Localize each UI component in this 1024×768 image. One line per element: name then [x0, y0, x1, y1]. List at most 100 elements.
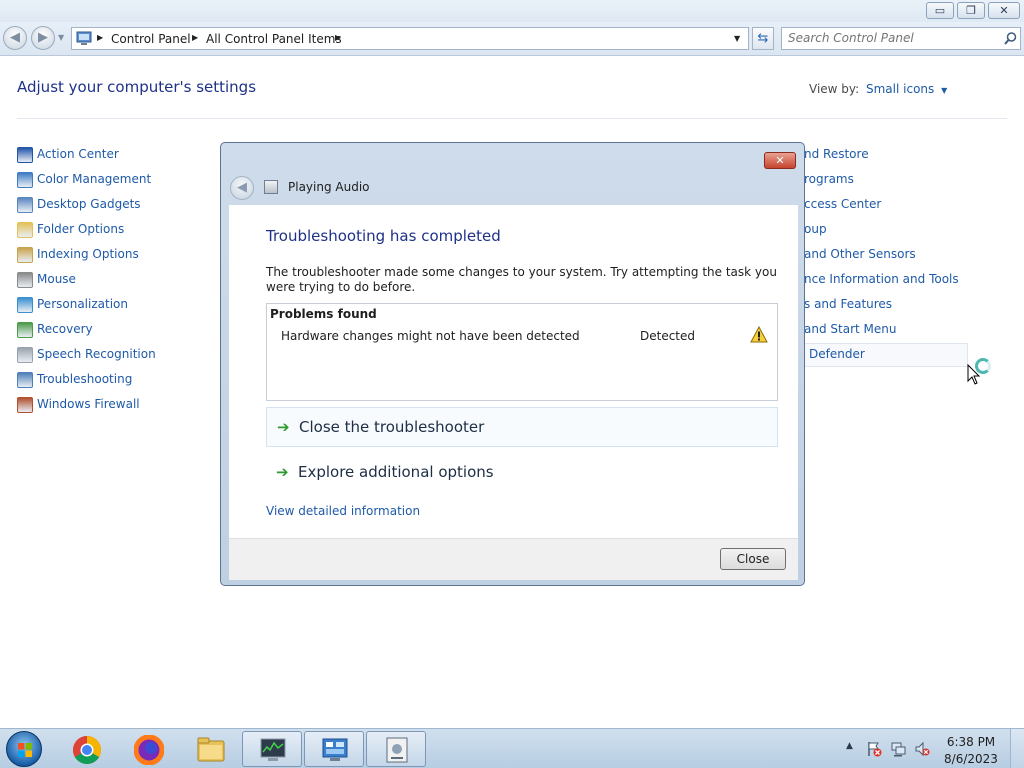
control-panel-icon — [322, 738, 348, 761]
breadcrumb-separator-icon[interactable]: ▶ — [97, 33, 103, 42]
refresh-button[interactable]: ⇆ — [752, 27, 774, 50]
clock-time[interactable]: 6:38 PM — [940, 735, 1002, 749]
navigation-bar: ◀ ▶ ▼ ▶ Control Panel ▶ All Control Pane… — [0, 22, 1024, 56]
volume-muted-icon[interactable] — [914, 741, 930, 757]
troubleshooter-icon — [386, 737, 408, 763]
control-panel-item-label: Recovery — [37, 322, 93, 336]
control-panel-small-icon — [76, 31, 92, 45]
close-window-button[interactable]: ✕ — [988, 2, 1020, 19]
control-panel-item-partial[interactable]: nd Restore — [804, 147, 869, 165]
maximize-button[interactable]: ❐ — [957, 2, 985, 19]
folder-options-icon — [17, 222, 33, 238]
dialog-close-button[interactable]: ✕ — [764, 152, 796, 169]
back-arrow-icon: ◀ — [10, 30, 20, 45]
search-box[interactable] — [781, 27, 1021, 50]
view-by-value[interactable]: Small icons — [866, 82, 934, 96]
troubleshooter-dialog: ✕ ◀ Playing Audio Troubleshooting has co… — [220, 142, 805, 586]
warning-icon — [750, 326, 768, 343]
control-panel-item-label: Folder Options — [37, 222, 125, 236]
control-panel-item-label: Mouse — [37, 272, 76, 286]
control-panel-item-label: Troubleshooting — [37, 372, 133, 386]
control-panel-item-label: Speech Recognition — [37, 347, 156, 361]
control-panel-item-partial[interactable]: and Start Menu — [804, 322, 896, 340]
page-title: Adjust your computer's settings — [17, 78, 257, 96]
recent-pages-chevron-icon[interactable]: ▼ — [58, 33, 64, 42]
breadcrumb-all-items[interactable]: All Control Panel Items — [206, 32, 342, 46]
chevron-down-icon[interactable]: ▼ — [941, 86, 947, 95]
back-button[interactable]: ◀ — [3, 26, 27, 50]
breadcrumb-separator-icon[interactable]: ▶ — [192, 33, 198, 42]
file-explorer-icon — [197, 737, 225, 762]
window-titlebar: ▭ ❐ ✕ — [0, 0, 1024, 22]
control-panel-item-partial[interactable]: rograms — [804, 172, 854, 190]
search-icon[interactable] — [1004, 32, 1017, 45]
control-panel-item-label: Windows Firewall — [37, 397, 140, 411]
control-panel-item-label: Indexing Options — [37, 247, 139, 261]
control-panel-item-partial[interactable]: nce Information and Tools — [804, 272, 959, 290]
troubleshooting-icon — [17, 372, 33, 388]
dialog-title: Playing Audio — [288, 180, 370, 194]
address-dropdown-icon[interactable]: ▼ — [734, 34, 740, 43]
problems-found-panel: Problems found Hardware changes might no… — [266, 303, 778, 401]
color-management-icon — [17, 172, 33, 188]
control-panel-item-label: Action Center — [37, 147, 119, 161]
chrome-icon — [73, 736, 101, 764]
forward-arrow-icon: ▶ — [38, 30, 48, 45]
breadcrumb-separator-icon[interactable]: ▶ — [335, 33, 341, 42]
forward-button[interactable]: ▶ — [31, 26, 55, 50]
dialog-content: Troubleshooting has completed The troubl… — [229, 205, 798, 538]
green-arrow-icon: ➔ — [276, 463, 289, 481]
taskbar-chrome[interactable] — [56, 731, 116, 767]
windows-firewall-icon — [17, 397, 33, 413]
windows-logo-icon — [18, 743, 32, 757]
close-button[interactable]: Close — [720, 548, 786, 570]
show-desktop-button[interactable] — [1010, 729, 1024, 768]
view-by-dropdown[interactable]: Small icons ▼ — [866, 82, 947, 96]
address-bar[interactable]: ▶ Control Panel ▶ All Control Panel Item… — [71, 27, 749, 50]
search-input[interactable] — [788, 31, 998, 45]
clock-date[interactable]: 8/6/2023 — [940, 752, 1002, 766]
problem-status: Detected — [640, 329, 696, 343]
taskbar-task-manager[interactable] — [242, 731, 302, 767]
refresh-icon: ⇆ — [757, 31, 769, 46]
action-center-tray-icon[interactable] — [866, 741, 882, 757]
close-troubleshooter-option[interactable]: ➔ Close the troubleshooter — [266, 407, 778, 447]
dialog-back-button[interactable]: ◀ — [230, 176, 254, 200]
control-panel-item-partial[interactable]: and Other Sensors — [804, 247, 916, 265]
explore-options-option[interactable]: ➔ Explore additional options — [266, 453, 778, 493]
dialog-footer: Close — [229, 538, 798, 580]
taskbar-firefox[interactable] — [118, 731, 178, 767]
taskbar-control-panel[interactable] — [304, 731, 364, 767]
network-tray-icon[interactable] — [890, 741, 906, 757]
back-arrow-icon: ◀ — [237, 180, 247, 195]
taskbar-file-explorer[interactable] — [180, 731, 240, 767]
view-detailed-information-link[interactable]: View detailed information — [266, 504, 420, 518]
troubleshooter-app-icon — [264, 180, 278, 194]
divider — [17, 118, 1007, 119]
minimize-button[interactable]: ▭ — [926, 2, 954, 19]
microphone-icon — [17, 347, 33, 363]
control-panel-item-partial[interactable]: s and Features — [804, 297, 892, 315]
control-panel-item-partial[interactable]: oup — [804, 222, 827, 240]
taskbar-troubleshooter[interactable] — [366, 731, 426, 767]
recovery-icon — [17, 322, 33, 338]
dialog-heading: Troubleshooting has completed — [266, 227, 501, 245]
control-panel-item-partial[interactable]: ccess Center — [804, 197, 881, 215]
problem-description: Hardware changes might not have been det… — [281, 329, 580, 343]
breadcrumb-control-panel[interactable]: Control Panel — [111, 32, 191, 46]
taskbar: ▲ 6:38 PM 8/6/2023 — [0, 728, 1024, 768]
problems-header: Problems found — [270, 307, 377, 321]
task-manager-icon — [260, 738, 286, 761]
green-arrow-icon: ➔ — [277, 418, 290, 436]
personalization-icon — [17, 297, 33, 313]
show-hidden-icons-chevron[interactable]: ▲ — [846, 741, 853, 751]
option-label: Close the troubleshooter — [299, 418, 485, 436]
control-panel-item-partial[interactable]: Defender — [809, 347, 865, 365]
option-label: Explore additional options — [298, 463, 494, 481]
busy-spinner-icon — [975, 358, 991, 374]
control-panel-item-label: Desktop Gadgets — [37, 197, 141, 211]
view-by-label: View by: — [809, 82, 860, 96]
indexing-options-icon — [17, 247, 33, 263]
start-button[interactable] — [6, 731, 42, 767]
action-center-flag-icon — [17, 147, 33, 163]
